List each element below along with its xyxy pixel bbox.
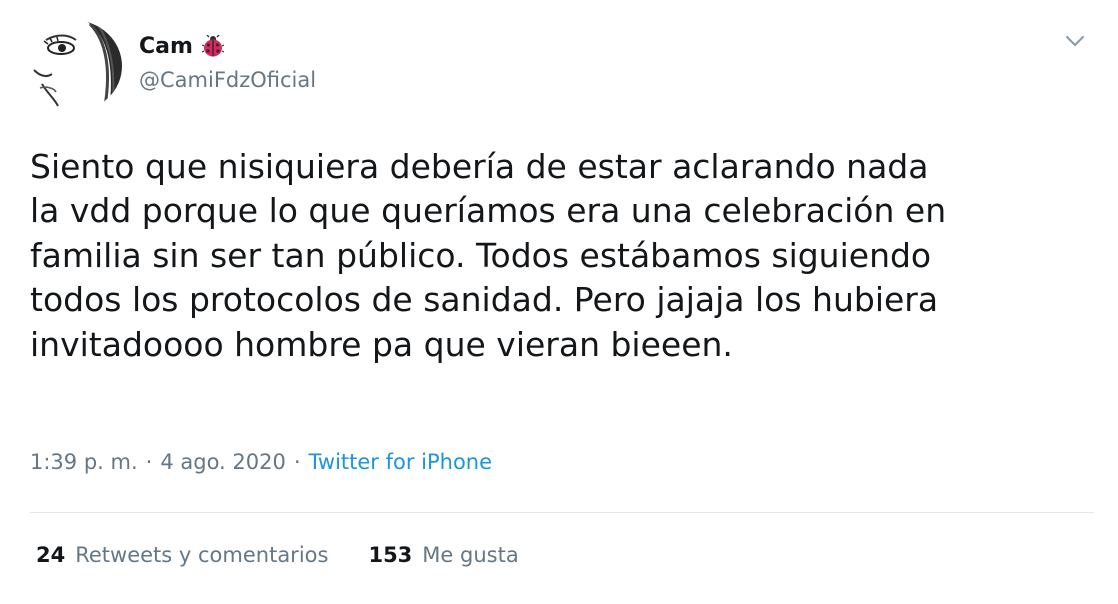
tweet-metadata: 1:39 p. m. · 4 ago. 2020 · Twitter for i… [30, 450, 492, 474]
tweet-line: Siento que nisiquiera debería de estar a… [30, 147, 929, 186]
sketch-face-avatar-icon [33, 20, 122, 112]
display-name-row: Cam [139, 30, 316, 62]
tweet-header: Cam @CamiFdzOficial [24, 18, 1094, 114]
divider [30, 512, 1094, 513]
avatar[interactable] [24, 20, 122, 112]
likes-stat[interactable]: 153 Me gusta [368, 543, 518, 567]
display-name[interactable]: Cam [139, 34, 193, 59]
tweet-date[interactable]: 4 ago. 2020 [160, 450, 286, 474]
retweets-label: Retweets y comentarios [75, 543, 329, 567]
tweet-line: todos los protocolos de sanidad. Pero ja… [30, 280, 939, 320]
retweets-count: 24 [36, 543, 66, 567]
meta-separator: · [145, 450, 153, 474]
tweet-line: la vdd porque lo que queríamos era una c… [30, 191, 947, 231]
retweets-stat[interactable]: 24 Retweets y comentarios [36, 543, 328, 567]
user-names: Cam @CamiFdzOficial [139, 30, 316, 93]
likes-count: 153 [368, 543, 413, 567]
ladybug-icon [201, 34, 225, 57]
tweet-line: invitadoooo hombre pa que vieran bieeen. [30, 324, 733, 364]
meta-separator: · [293, 450, 301, 474]
tweet-time[interactable]: 1:39 p. m. [30, 450, 138, 474]
tweet-stats: 24 Retweets y comentarios 153 Me gusta [36, 543, 559, 567]
tweet-line: familia sin ser tan público. Todos estáb… [30, 235, 932, 275]
user-handle[interactable]: @CamiFdzOficial [139, 68, 316, 92]
tweet-text: Siento que nisiquiera debería de estar a… [30, 145, 1100, 367]
likes-label: Me gusta [422, 543, 519, 567]
chevron-down-icon[interactable] [1062, 28, 1088, 54]
tweet-source-link[interactable]: Twitter for iPhone [309, 450, 493, 474]
